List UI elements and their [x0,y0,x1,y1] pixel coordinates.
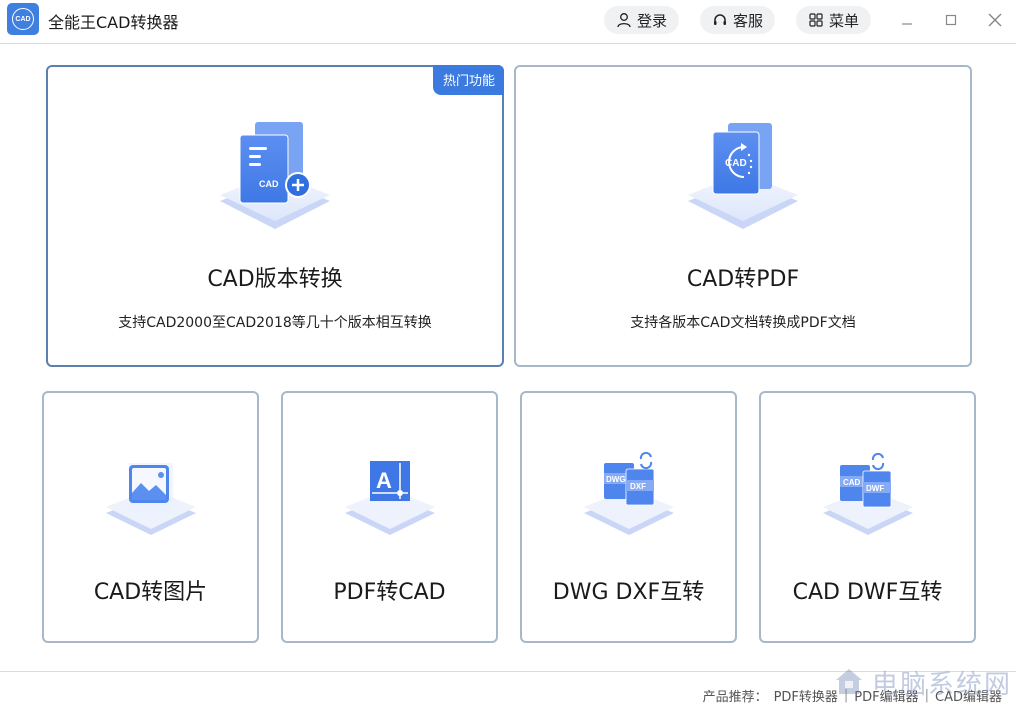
card-title: PDF转CAD [333,580,446,605]
close-icon [988,13,1002,27]
maximize-icon [945,14,957,26]
card-cad-to-image[interactable]: CAD转图片 [42,391,259,643]
menu-label: 菜单 [829,11,860,30]
grid-menu-icon [808,12,824,28]
cad-dwf-swap-icon: CAD DWF [818,449,918,545]
card-pdf-to-cad[interactable]: A PDF转CAD [281,391,498,643]
card-title: CAD DWF互转 [792,580,943,605]
card-title: CAD转图片 [93,580,208,605]
image-icon [101,455,201,545]
link-cad-editor[interactable]: CAD编辑器 [935,686,1002,705]
menu-button[interactable]: 菜单 [796,6,872,34]
minimize-button[interactable] [893,8,921,32]
close-button[interactable] [981,8,1009,32]
watermark-house-icon [836,669,862,694]
app-title: 全能王CAD转换器 [48,13,179,32]
card-cad-version-convert[interactable]: 热门功能 CAD CAD版本转换 支持CAD2000至CAD2018等几十个版本… [46,65,504,367]
app-logo-text: CAD [12,8,34,30]
maximize-button[interactable] [937,8,965,32]
svg-text:CAD: CAD [843,478,861,487]
card-description: 支持各版本CAD文档转换成PDF文档 [630,315,856,331]
cad-add-document-icon: CAD [210,117,340,241]
separator: | [924,688,930,703]
svg-text:DXF: DXF [630,482,646,491]
text-cad-icon: A [340,455,440,545]
login-label: 登录 [637,11,668,30]
card-title: CAD转PDF [686,267,800,292]
dwg-dxf-swap-icon: DWG DXF [579,449,679,545]
svg-text:A: A [376,468,392,493]
svg-text:DWG: DWG [606,475,626,484]
login-button[interactable]: 登录 [604,6,680,34]
hot-feature-badge: 热门功能 [432,65,504,95]
user-icon [616,12,632,28]
support-button[interactable]: 客服 [700,6,776,34]
card-title: DWG DXF互转 [552,580,705,605]
card-description: 支持CAD2000至CAD2018等几十个版本相互转换 [118,315,432,331]
svg-text:DWF: DWF [866,484,884,493]
title-bar: CAD 全能王CAD转换器 登录 客服 菜单 [0,0,1016,44]
card-title: CAD版本转换 [207,267,343,292]
svg-text:CAD: CAD [725,158,747,169]
link-pdf-converter[interactable]: PDF转换器 [774,686,838,705]
cad-convert-cycle-icon: CAD [678,117,808,241]
recommend-label: 产品推荐： [702,690,768,705]
card-dwg-dxf-convert[interactable]: DWG DXF DWG DXF互转 [520,391,737,643]
app-logo: CAD [7,3,39,35]
headset-icon [712,12,728,28]
svg-text:CAD: CAD [259,179,279,189]
card-cad-to-pdf[interactable]: CAD CAD转PDF 支持各版本CAD文档转换成PDF文档 [514,65,972,367]
minimize-icon [902,23,912,25]
card-cad-dwf-convert[interactable]: CAD DWF CAD DWF互转 [759,391,976,643]
support-label: 客服 [733,11,764,30]
